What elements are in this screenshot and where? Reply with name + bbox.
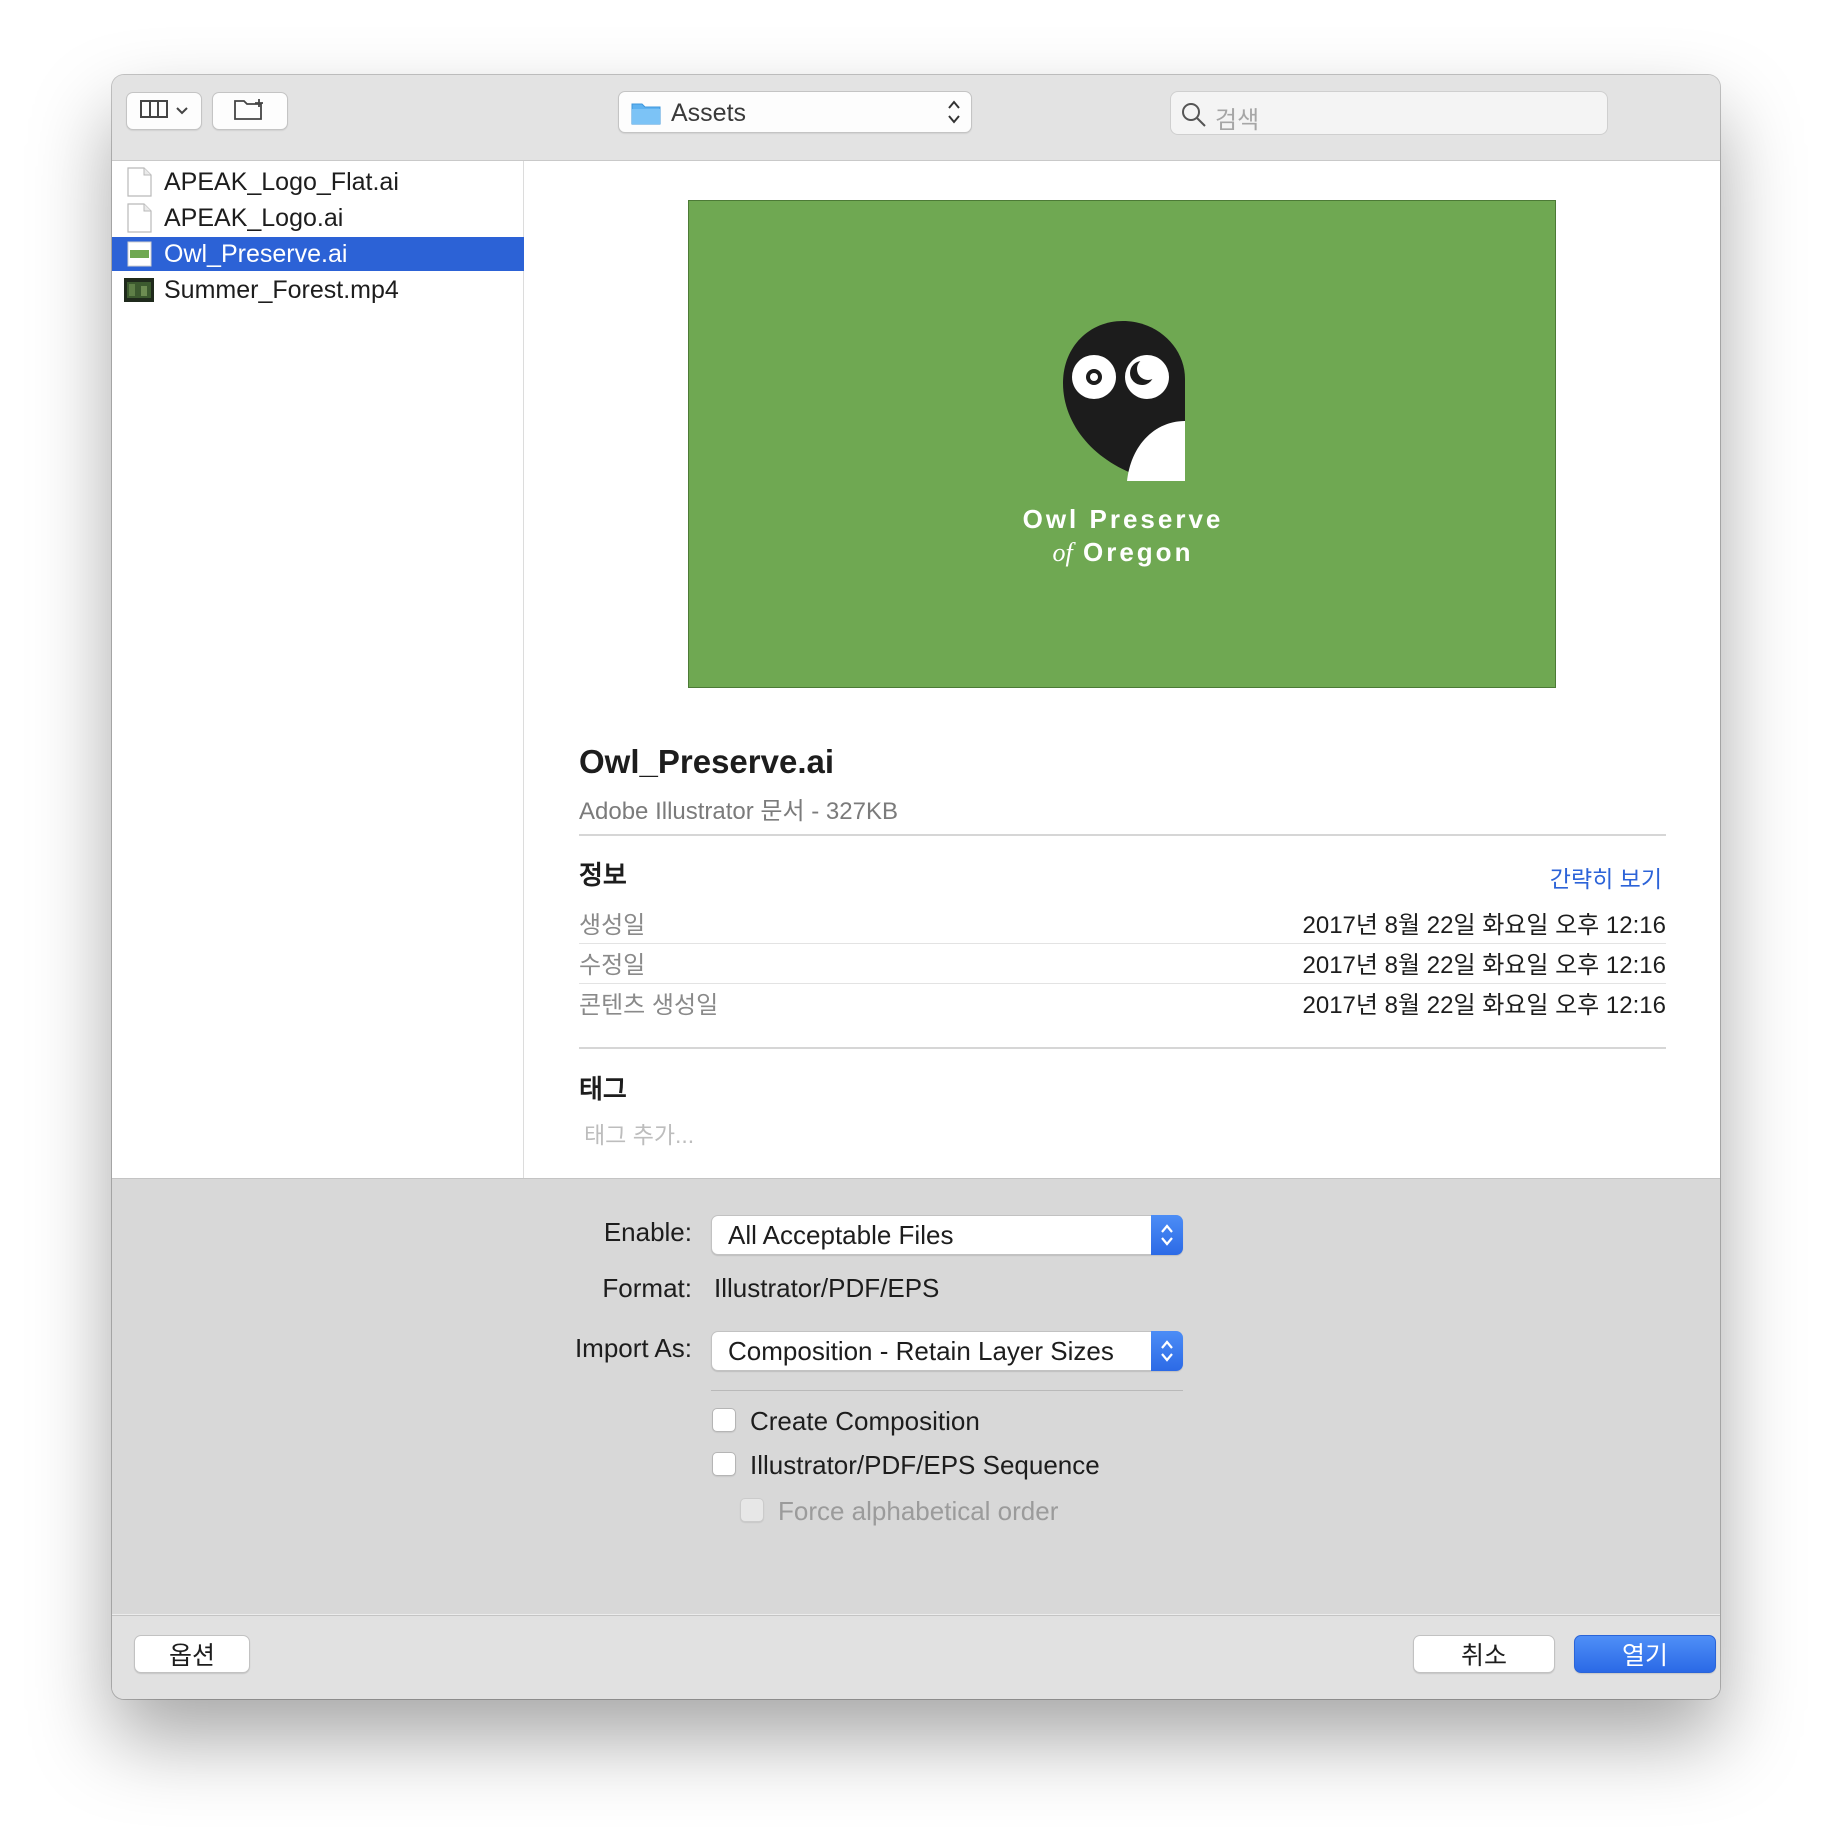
folder-icon — [631, 101, 661, 130]
info-row-label: 수정일 — [579, 952, 646, 979]
logo-text-line2: of Oregon — [689, 537, 1557, 568]
show-less-button[interactable]: 간략히 보기 — [1550, 860, 1662, 894]
open-file-dialog: Assets 검색 APEAK_Logo_Flat.ai APEAK_Logo.… — [112, 75, 1720, 1699]
dialog-toolbar: Assets 검색 — [112, 75, 1720, 161]
info-row-value: 2017년 8월 22일 화요일 오후 12:16 — [1302, 952, 1666, 979]
format-value: Illustrator/PDF/EPS — [714, 1273, 940, 1303]
new-folder-icon — [234, 98, 266, 125]
file-name: APEAK_Logo_Flat.ai — [164, 167, 399, 196]
logo-text-line1: Owl Preserve — [1022, 504, 1224, 534]
chevron-down-icon — [176, 102, 188, 120]
enable-select-value: All Acceptable Files — [728, 1220, 954, 1250]
divider — [711, 1390, 1183, 1391]
divider — [579, 983, 1666, 984]
file-row[interactable]: APEAK_Logo.ai — [112, 201, 524, 235]
info-row-label: 콘텐츠 생성일 — [579, 992, 719, 1019]
divider — [579, 943, 1666, 944]
updown-chevron-icon — [1151, 1215, 1183, 1255]
file-row[interactable]: Summer_Forest.mp4 — [112, 273, 524, 307]
preview-thumbnail: Owl Preserve of Oregon — [688, 200, 1556, 688]
sequence-checkbox[interactable] — [712, 1452, 736, 1476]
file-name: Owl_Preserve.ai — [164, 239, 348, 268]
ai-thumbnail-icon — [124, 239, 154, 269]
cancel-button[interactable]: 취소 — [1413, 1635, 1555, 1673]
import-as-select[interactable]: Composition - Retain Layer Sizes — [711, 1331, 1183, 1371]
preview-file-kind: Adobe Illustrator 문서 - 327KB — [579, 798, 898, 825]
new-folder-button[interactable] — [212, 92, 288, 130]
logo-text-oregon: Oregon — [1083, 537, 1194, 567]
options-button[interactable]: 옵션 — [134, 1635, 250, 1673]
divider — [579, 834, 1666, 836]
column-view-icon — [140, 99, 168, 123]
info-row-label: 생성일 — [579, 912, 646, 939]
info-row-value: 2017년 8월 22일 화요일 오후 12:16 — [1302, 912, 1666, 939]
tags-input[interactable]: 태그 추가... — [584, 1116, 694, 1150]
sequence-label: Illustrator/PDF/EPS Sequence — [750, 1450, 1100, 1480]
preview-file-name: Owl_Preserve.ai — [579, 743, 835, 780]
file-row[interactable]: APEAK_Logo_Flat.ai — [112, 165, 524, 199]
dialog-button-bar: 옵션 취소 열기 — [112, 1615, 1720, 1699]
enable-label: Enable: — [603, 1217, 692, 1247]
info-heading: 정보 — [579, 860, 627, 890]
search-placeholder: 검색 — [1215, 107, 1260, 134]
import-as-select-value: Composition - Retain Layer Sizes — [728, 1336, 1114, 1366]
enable-select[interactable]: All Acceptable Files — [711, 1215, 1183, 1255]
import-as-label: Import As: — [574, 1333, 692, 1363]
create-composition-checkbox[interactable] — [712, 1408, 736, 1432]
file-name: Summer_Forest.mp4 — [164, 275, 399, 304]
preview-pane: Owl Preserve of Oregon Owl_Preserve.ai A… — [524, 161, 1720, 1178]
search-icon — [1181, 102, 1207, 133]
create-composition-label: Create Composition — [750, 1406, 980, 1436]
updown-chevron-icon — [1151, 1331, 1183, 1371]
search-field[interactable]: 검색 — [1170, 91, 1608, 135]
info-row-value: 2017년 8월 22일 화요일 오후 12:16 — [1302, 992, 1666, 1019]
tags-heading: 태그 — [579, 1074, 627, 1104]
format-label: Format: — [602, 1273, 692, 1303]
updown-chevron-icon — [947, 99, 961, 130]
file-row-selected[interactable]: Owl_Preserve.ai — [112, 237, 524, 271]
document-icon — [124, 203, 154, 233]
owl-logo-icon — [1061, 319, 1185, 488]
view-mode-button[interactable] — [126, 92, 202, 130]
logo-text-of: of — [1052, 538, 1073, 567]
document-icon — [124, 167, 154, 197]
location-popup[interactable]: Assets — [618, 91, 972, 133]
file-name: APEAK_Logo.ai — [164, 203, 344, 232]
open-button[interactable]: 열기 — [1574, 1635, 1716, 1673]
location-label: Assets — [671, 99, 747, 127]
video-thumbnail-icon — [124, 275, 154, 305]
force-alpha-label: Force alphabetical order — [778, 1496, 1059, 1526]
file-list: APEAK_Logo_Flat.ai APEAK_Logo.ai Owl_Pre… — [112, 161, 524, 1178]
import-options-panel: Enable: All Acceptable Files Format: Ill… — [112, 1178, 1720, 1614]
divider — [579, 1047, 1666, 1049]
force-alpha-checkbox[interactable] — [740, 1498, 764, 1522]
